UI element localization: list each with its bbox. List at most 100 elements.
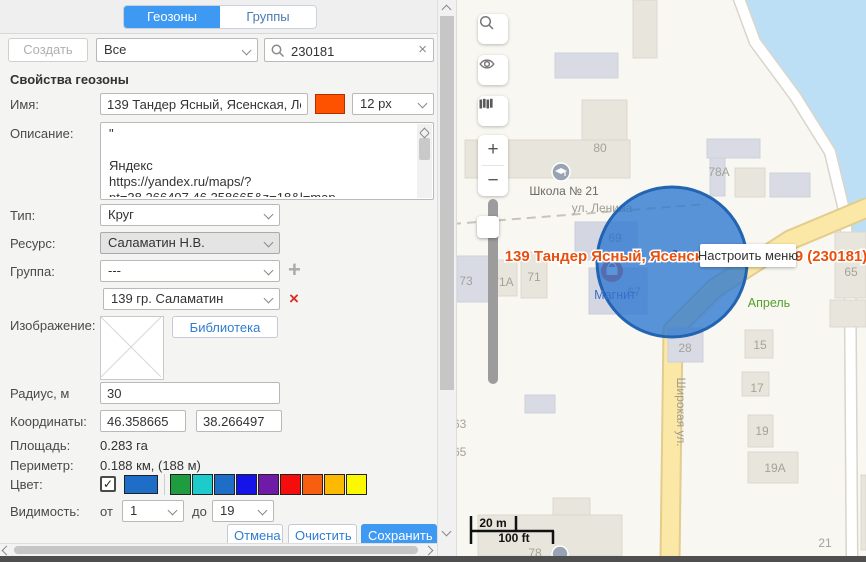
name-label: Имя: [10,97,39,112]
palette-swatch[interactable] [214,474,235,495]
current-color-swatch[interactable] [124,475,158,494]
zoom-in-button[interactable]: + [478,135,508,165]
chevron-down-icon [168,506,178,516]
type-select[interactable]: Круг [100,204,280,226]
palette-swatch[interactable] [346,474,367,495]
building-number: 80 [593,141,607,155]
search-input[interactable] [289,40,413,62]
from-value: 1 [130,503,137,518]
description-textarea[interactable]: " Яндекс https://yandex.ru/maps/? pt=38.… [100,122,434,200]
area-label: Площадь: [10,438,70,453]
name-input[interactable] [100,93,308,115]
building-number: 65 [457,445,467,459]
palette-swatch[interactable] [324,474,345,495]
palette-swatch[interactable] [258,474,279,495]
vscrollbar-thumb[interactable] [440,16,454,390]
poi-label-aprel: Апрель [748,296,790,310]
scroll-down-icon[interactable] [442,527,452,537]
palette-swatch[interactable] [170,474,191,495]
search-icon [478,14,496,32]
building-number: 78А [708,165,729,179]
longitude-input[interactable] [196,410,282,432]
panel-vscrollbar[interactable] [437,0,457,556]
color-row: ✓ [0,474,437,496]
search-icon [270,43,286,59]
map-layers-button[interactable] [478,96,508,126]
type-value: Круг [108,207,134,222]
building-number: 15 [753,338,767,352]
scroll-right-icon[interactable] [424,546,434,556]
map-container: 80 78А 73 71А 71 69 67 65 28 15 17 19 19… [457,0,866,556]
map-canvas[interactable]: 80 78А 73 71А 71 69 67 65 28 15 17 19 19… [457,0,866,556]
visibility-from-select[interactable]: 1 [122,500,184,522]
chevron-down-icon [264,238,274,248]
image-label: Изображение: [10,318,96,333]
school-label: Школа № 21 [529,184,599,198]
empty-image-icon [101,317,161,377]
tabs-bar: Геозоны Группы [0,0,437,34]
clear-search-icon[interactable]: × [418,41,427,58]
palette-swatch[interactable] [236,474,257,495]
filter-select[interactable]: Все [96,38,258,62]
visibility-to-select[interactable]: 19 [212,500,274,522]
geozone-panel: Геозоны Группы Создать Все × Свойства ге… [0,0,437,556]
building-number: 63 [457,417,467,431]
font-size-value: 12 px [360,96,392,111]
building-number: 65 [844,265,858,279]
geozone-name-label: 139 Тандер Ясный, Ясенская, Ленина 69 (2… [505,248,866,265]
visibility-label: Видимость: [10,504,80,519]
image-placeholder[interactable] [100,316,164,380]
building-number: 28 [678,341,692,355]
school-icon [552,163,570,181]
area-value: 0.283 га [100,438,148,453]
building-number: 17 [750,381,764,395]
chevron-down-icon [264,210,274,220]
scroll-up-icon[interactable] [442,5,452,15]
building-number: 21 [818,536,832,550]
tab-geozones[interactable]: Геозоны [124,6,220,28]
palette-swatch[interactable] [192,474,213,495]
context-menu-tooltip[interactable]: Настроить меню [698,244,798,267]
section-title: Свойства геозоны [10,72,129,87]
building-number: 71 [527,270,541,284]
school-icon [552,546,568,556]
layers-icon [478,96,494,112]
tab-group: Геозоны Группы [123,5,317,29]
perimeter-value: 0.188 км, (188 м) [100,458,201,473]
radius-label: Радиус, м [10,386,69,401]
to-label: до [192,504,207,519]
create-button[interactable]: Создать [8,38,88,62]
toolbar: Создать Все × [0,38,437,62]
tab-groups[interactable]: Группы [220,6,316,28]
building-number: 19А [764,461,785,475]
zoom-out-button[interactable]: − [478,166,508,196]
description-label: Описание: [10,126,73,141]
panel-hscrollbar[interactable] [0,543,437,556]
add-group-icon[interactable]: + [288,257,301,283]
name-color-swatch[interactable] [315,94,345,114]
coordinates-label: Координаты: [10,414,87,429]
remove-group-icon[interactable]: × [289,289,299,309]
zoom-slider-handle[interactable] [477,216,499,238]
resource-select[interactable]: Саламатин Н.В. [100,232,280,254]
resource-label: Ресурс: [10,236,56,251]
scrollbar-thumb[interactable] [419,138,430,160]
filter-select-value: Все [104,42,126,57]
font-size-select[interactable]: 12 px [352,93,434,115]
library-button[interactable]: Библиотека [172,316,278,338]
bottom-bar [0,556,866,562]
color-checkbox[interactable]: ✓ [100,476,116,492]
description-scrollbar[interactable] [417,124,432,198]
radius-input[interactable] [100,382,280,404]
scale-meters: 20 m [479,516,506,530]
from-label: от [100,504,113,519]
scroll-left-icon[interactable] [2,546,12,556]
resource-value: Саламатин Н.В. [108,235,205,250]
palette-swatch[interactable] [280,474,301,495]
palette-swatch[interactable] [302,474,323,495]
hscrollbar-thumb[interactable] [14,546,418,554]
latitude-input[interactable] [100,410,186,432]
map-search-button[interactable] [478,14,508,44]
map-visibility-button[interactable] [478,55,508,85]
chevron-down-icon [242,46,252,56]
